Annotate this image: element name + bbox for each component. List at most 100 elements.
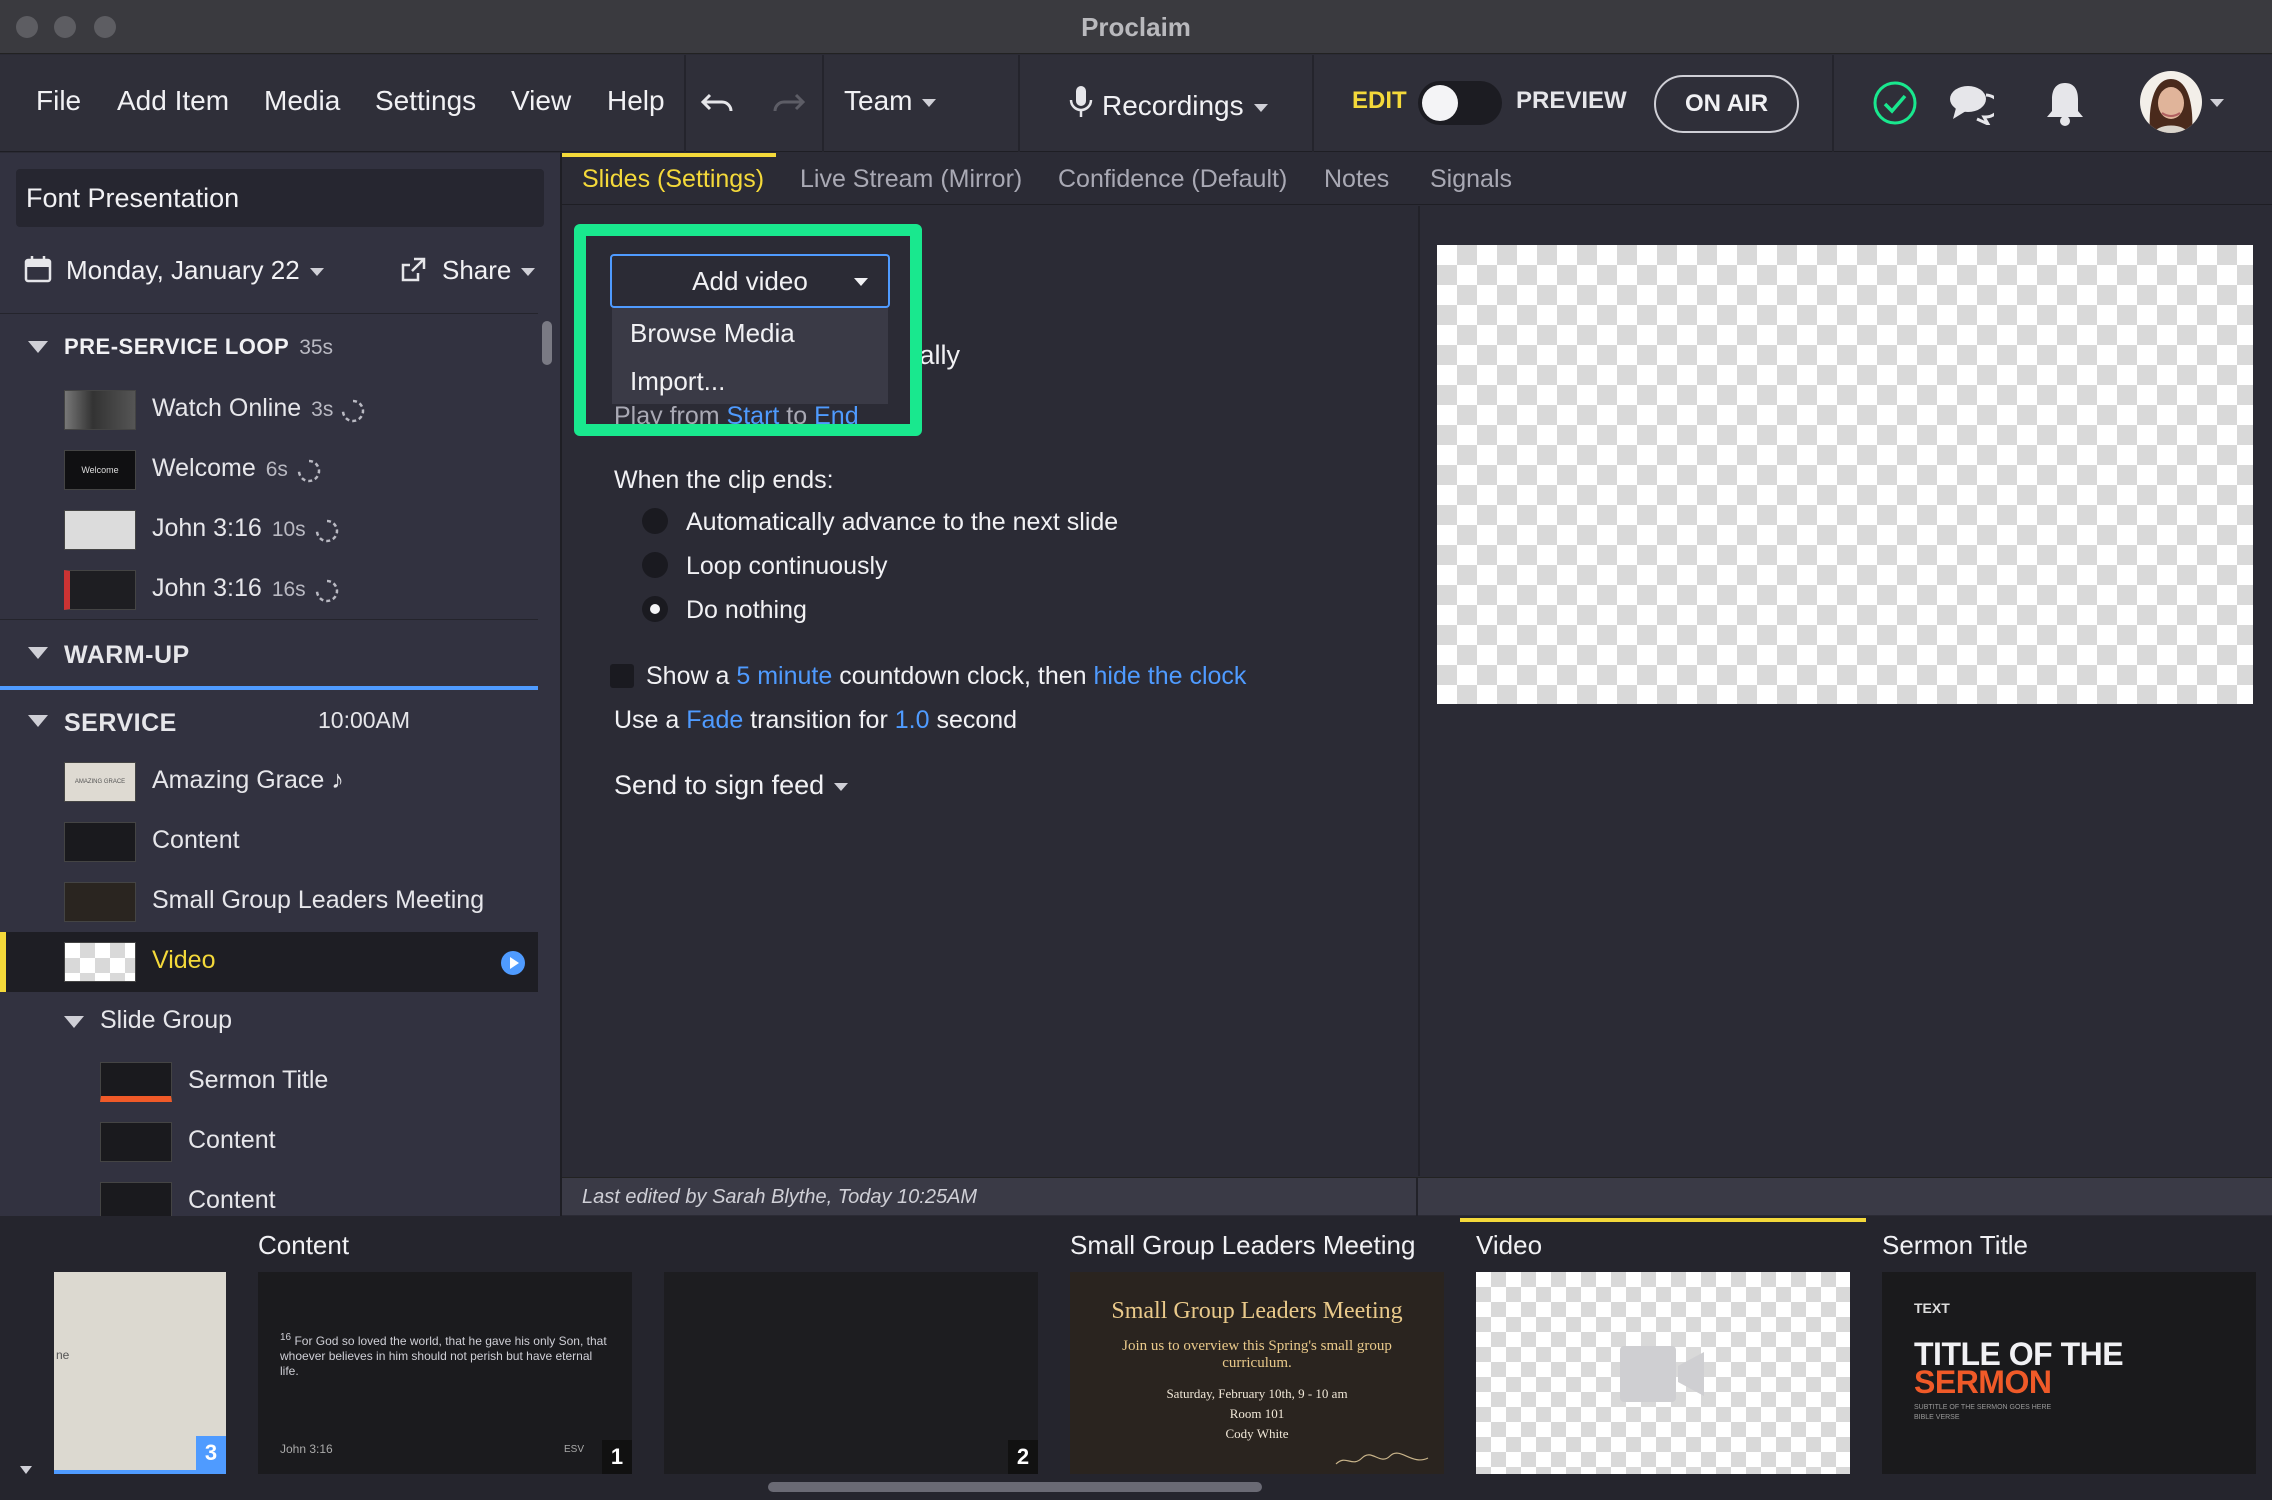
verse-body: For God so loved the world, that he gave… [280, 1334, 607, 1378]
menu-media[interactable]: Media [264, 85, 340, 117]
signature-image [1335, 1452, 1429, 1465]
on-air-button[interactable]: ON AIR [1654, 75, 1799, 133]
sidebar-item-amazing-grace[interactable]: AMAZING GRACE Amazing Grace ♪ [0, 752, 538, 812]
play-icon[interactable] [500, 950, 526, 976]
tab-signals[interactable]: Signals [1430, 165, 1512, 194]
sidebar-item-watch-online[interactable]: Watch Online 3s [0, 380, 538, 440]
section-service[interactable]: SERVICE 10:00AM [0, 691, 538, 751]
collapse-triangle-icon[interactable] [28, 647, 48, 659]
filmstrip-slide-small-group[interactable]: Small Group Leaders Meeting Join us to o… [1070, 1272, 1444, 1474]
item-duration: 16s [271, 578, 306, 601]
countdown-middle: countdown clock, then [839, 662, 1087, 690]
menu-divider [1832, 55, 1834, 152]
recordings-dropdown[interactable]: Recordings [1068, 85, 1268, 122]
date-label: Monday, January 22 [66, 255, 300, 285]
item-thumbnail [100, 1182, 172, 1216]
sermon-verse: BIBLE VERSE [1914, 1414, 1960, 1421]
sidebar-item-john-3-16[interactable]: John 3:16 10s [0, 500, 538, 560]
sidebar-item-content[interactable]: Content [0, 1172, 538, 1216]
filmstrip-collapse-icon[interactable] [20, 1466, 32, 1474]
presentation-name-field[interactable]: Font Presentation [16, 169, 544, 227]
check-circle-icon[interactable] [1872, 80, 1918, 126]
collapse-triangle-icon[interactable] [28, 341, 48, 353]
sidebar-item-content[interactable]: Content [0, 812, 538, 872]
preview-mode-label[interactable]: PREVIEW [1516, 87, 1627, 115]
transition-seconds-link[interactable]: 1.0 [895, 706, 930, 734]
item-thumbnail [64, 570, 136, 610]
sidebar-divider [0, 619, 538, 620]
clip-ends-label: When the clip ends: [614, 466, 834, 494]
avatar[interactable] [2140, 71, 2202, 133]
menu-help[interactable]: Help [607, 85, 665, 117]
slide-version: ESV [564, 1444, 585, 1455]
radio-do-nothing[interactable] [642, 596, 668, 622]
loop-icon [341, 399, 365, 423]
section-warm-up[interactable]: WARM-UP [0, 623, 538, 683]
edit-mode-label[interactable]: EDIT [1352, 87, 1407, 115]
transition-middle: transition for [750, 706, 888, 734]
sign-feed-dropdown[interactable]: Send to sign feed [614, 770, 849, 801]
transition-type-link[interactable]: Fade [686, 706, 743, 734]
radio-auto-advance[interactable] [642, 508, 668, 534]
menu-settings[interactable]: Settings [375, 85, 476, 117]
avatar-menu-chevron-icon[interactable] [2210, 99, 2224, 107]
filmstrip-slide-video[interactable] [1476, 1272, 1850, 1474]
item-thumbnail [64, 390, 136, 430]
option-do-nothing[interactable]: Do nothing [686, 596, 807, 625]
item-label: Watch Online [152, 394, 302, 422]
countdown-action-link[interactable]: hide the clock [1094, 662, 1247, 690]
radio-loop[interactable] [642, 552, 668, 578]
section-pre-service-loop[interactable]: PRE-SERVICE LOOP 35s [0, 315, 538, 375]
menu-add-item[interactable]: Add Item [117, 85, 229, 117]
sign-feed-label: Send to sign feed [614, 770, 825, 800]
countdown-duration-link[interactable]: 5 minute [736, 662, 832, 690]
option-loop[interactable]: Loop continuously [686, 552, 888, 581]
filmstrip-title-video: Video [1476, 1230, 1543, 1260]
sidebar-item-small-group[interactable]: Small Group Leaders Meeting [0, 872, 538, 932]
filmstrip-title-sermon: Sermon Title [1882, 1230, 2028, 1260]
redo-icon[interactable] [770, 87, 806, 119]
sidebar-item-sermon-title[interactable]: Sermon Title [0, 1052, 538, 1112]
tab-notes[interactable]: Notes [1324, 165, 1389, 194]
slide-preview[interactable] [1437, 245, 2253, 704]
sidebar-scrollbar[interactable] [542, 321, 552, 365]
menu-file[interactable]: File [36, 85, 81, 117]
filmstrip-scrollbar[interactable] [768, 1482, 1262, 1492]
undo-icon[interactable] [700, 87, 736, 119]
edit-preview-toggle[interactable] [1418, 81, 1502, 125]
menu-view[interactable]: View [511, 85, 571, 117]
item-thumbnail: Welcome [64, 450, 136, 490]
collapse-triangle-icon[interactable] [64, 1016, 84, 1028]
filmstrip-slide-amazing-grace[interactable]: ne 3 [54, 1272, 226, 1474]
countdown-checkbox[interactable] [610, 664, 634, 688]
slide-number-badge: 1 [602, 1440, 632, 1474]
bell-icon[interactable] [2044, 79, 2086, 127]
filmstrip-slide-sermon-title[interactable]: TEXT TITLE OF THE SERMON SUBTITLE OF THE… [1882, 1272, 2256, 1474]
chevron-down-icon [309, 268, 324, 277]
chevron-down-icon [521, 268, 536, 277]
team-dropdown[interactable]: Team [844, 85, 937, 117]
chevron-down-icon [922, 98, 937, 107]
chat-icon[interactable] [1948, 81, 1994, 125]
date-picker[interactable]: Monday, January 22 [66, 255, 324, 286]
share-button[interactable]: Share [442, 255, 536, 286]
tab-slides-settings[interactable]: Slides (Settings) [582, 165, 764, 194]
sidebar-item-video[interactable]: Video [0, 932, 538, 992]
item-duration: 6s [265, 458, 288, 481]
filmstrip-title-content: Content [258, 1230, 350, 1260]
sidebar-item-john-3-16-second[interactable]: John 3:16 16s [0, 560, 538, 620]
item-label: Content [152, 826, 240, 854]
filmstrip-slide-blank[interactable]: 2 [664, 1272, 1038, 1474]
card-room: Room 101 [1229, 1406, 1285, 1421]
sidebar-item-welcome[interactable]: Welcome Welcome 6s [0, 440, 538, 500]
filmstrip-slide-content[interactable]: 16 For God so loved the world, that he g… [258, 1272, 632, 1474]
item-thumbnail [64, 822, 136, 862]
chevron-down-icon [1253, 103, 1268, 112]
sidebar-item-slide-group[interactable]: Slide Group [0, 992, 538, 1052]
collapse-triangle-icon[interactable] [28, 715, 48, 727]
sidebar-item-content[interactable]: Content [0, 1112, 538, 1172]
verse-number: 16 [280, 1332, 292, 1343]
tab-live-stream[interactable]: Live Stream (Mirror) [800, 165, 1022, 194]
option-auto-advance[interactable]: Automatically advance to the next slide [686, 508, 1118, 537]
tab-confidence[interactable]: Confidence (Default) [1058, 165, 1287, 194]
